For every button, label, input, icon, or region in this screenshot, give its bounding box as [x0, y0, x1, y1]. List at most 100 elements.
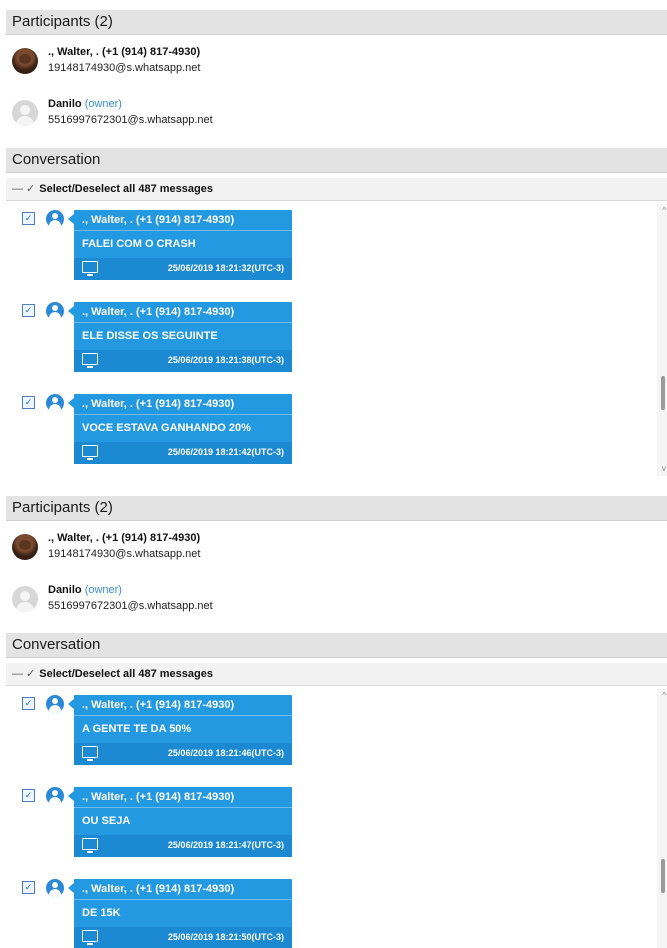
message-footer: 25/06/2019 18:21:47(UTC-3) [74, 835, 292, 857]
select-all-bar[interactable]: — ✓ Select/Deselect all 487 messages [6, 663, 667, 686]
message-checkbox[interactable]: ✓ [22, 697, 35, 710]
select-all-label: Select/Deselect all 487 messages [39, 668, 213, 680]
owner-role-label: (owner) [84, 98, 122, 110]
scroll-up-icon[interactable]: ^ [662, 206, 666, 216]
participant-name-text: Danilo [48, 98, 82, 110]
vertical-scrollbar[interactable]: ^ v [657, 204, 667, 476]
message-timestamp: 25/06/2019 18:21:47(UTC-3) [167, 840, 284, 850]
participant-danilo[interactable]: Danilo (owner) 5516997672301@s.whatsapp.… [12, 98, 667, 138]
message-bubble: ., Walter, . (+1 (914) 817-4930) VOCE ES… [68, 394, 292, 464]
message-item[interactable]: ✓ ., Walter, . (+1 (914) 817-4930) OU SE… [6, 787, 306, 859]
message-footer: 25/06/2019 18:21:50(UTC-3) [74, 927, 292, 948]
user-avatar-icon [46, 210, 64, 228]
message-bubble: ., Walter, . (+1 (914) 817-4930) DE 15K … [68, 879, 292, 948]
message-text: OU SEJA [82, 815, 131, 827]
select-all-bar[interactable]: — ✓ Select/Deselect all 487 messages [6, 178, 667, 201]
message-footer: 25/06/2019 18:21:46(UTC-3) [74, 743, 292, 765]
message-bubble: ., Walter, . (+1 (914) 817-4930) OU SEJA… [68, 787, 292, 857]
message-timestamp: 25/06/2019 18:21:38(UTC-3) [167, 355, 284, 365]
message-checkbox[interactable]: ✓ [22, 881, 35, 894]
vertical-scrollbar[interactable]: ^ [657, 689, 667, 948]
contact-photo-icon [12, 534, 38, 560]
message-timestamp: 25/06/2019 18:21:42(UTC-3) [167, 447, 284, 457]
message-checkbox[interactable]: ✓ [22, 304, 35, 317]
participants-header: Participants (2) [6, 496, 667, 521]
scroll-down-icon[interactable]: v [662, 464, 666, 474]
default-user-icon [12, 586, 38, 612]
desktop-icon [82, 445, 98, 460]
message-checkbox[interactable]: ✓ [22, 396, 35, 409]
participant-name: Danilo (owner) [48, 98, 122, 110]
conversation-list[interactable]: ✓ ., Walter, . (+1 (914) 817-4930) FALEI… [6, 204, 667, 476]
message-checkbox[interactable]: ✓ [22, 789, 35, 802]
default-user-icon [12, 100, 38, 126]
message-timestamp: 25/06/2019 18:21:46(UTC-3) [167, 748, 284, 758]
participant-walter[interactable]: ., Walter, . (+1 (914) 817-4930) 1914817… [12, 532, 667, 572]
desktop-icon [82, 261, 98, 276]
message-item[interactable]: ✓ ., Walter, . (+1 (914) 817-4930) A GEN… [6, 695, 306, 767]
contact-photo-icon [12, 48, 38, 74]
participant-name: ., Walter, . (+1 (914) 817-4930) [48, 46, 201, 58]
message-checkbox[interactable]: ✓ [22, 212, 35, 225]
bubble-divider [74, 322, 292, 323]
bubble-divider [74, 715, 292, 716]
bubble-divider [74, 807, 292, 808]
user-avatar-icon [46, 787, 64, 805]
message-bubble: ., Walter, . (+1 (914) 817-4930) A GENTE… [68, 695, 292, 765]
participant-jid: 5516997672301@s.whatsapp.net [48, 114, 213, 126]
participant-name: ., Walter, . (+1 (914) 817-4930) [48, 532, 201, 544]
message-timestamp: 25/06/2019 18:21:32(UTC-3) [167, 263, 284, 273]
scroll-up-icon[interactable]: ^ [662, 691, 666, 701]
user-avatar-icon [46, 695, 64, 713]
message-footer: 25/06/2019 18:21:38(UTC-3) [74, 350, 292, 372]
participant-name-text: Danilo [48, 584, 82, 596]
conversation-list[interactable]: ✓ ., Walter, . (+1 (914) 817-4930) A GEN… [6, 689, 667, 948]
desktop-icon [82, 838, 98, 853]
user-avatar-icon [46, 879, 64, 897]
participants-header: Participants (2) [6, 10, 667, 35]
owner-role-label: (owner) [84, 584, 122, 596]
scrollbar-thumb[interactable] [661, 376, 665, 410]
message-bubble: ., Walter, . (+1 (914) 817-4930) FALEI C… [68, 210, 292, 280]
message-footer: 25/06/2019 18:21:32(UTC-3) [74, 258, 292, 280]
participant-jid: 19148174930@s.whatsapp.net [48, 62, 201, 74]
message-sender: ., Walter, . (+1 (914) 817-4930) [82, 306, 235, 318]
chat-panel-2: Participants (2) ., Walter, . (+1 (914) … [0, 490, 667, 948]
participant-jid: 5516997672301@s.whatsapp.net [48, 600, 213, 612]
chat-panel-1: Participants (2) ., Walter, . (+1 (914) … [0, 0, 667, 482]
participant-danilo[interactable]: Danilo (owner) 5516997672301@s.whatsapp.… [12, 584, 667, 624]
message-text: A GENTE TE DA 50% [82, 723, 192, 735]
message-item[interactable]: ✓ ., Walter, . (+1 (914) 817-4930) FALEI… [6, 210, 306, 282]
conversation-header: Conversation [6, 148, 667, 173]
message-sender: ., Walter, . (+1 (914) 817-4930) [82, 398, 235, 410]
bubble-divider [74, 899, 292, 900]
desktop-icon [82, 353, 98, 368]
collapse-check-icon: — ✓ [12, 183, 36, 195]
message-bubble: ., Walter, . (+1 (914) 817-4930) ELE DIS… [68, 302, 292, 372]
message-text: FALEI COM O CRASH [82, 238, 196, 250]
participant-name: Danilo (owner) [48, 584, 122, 596]
user-avatar-icon [46, 394, 64, 412]
message-footer: 25/06/2019 18:21:42(UTC-3) [74, 442, 292, 464]
message-sender: ., Walter, . (+1 (914) 817-4930) [82, 791, 235, 803]
message-text: ELE DISSE OS SEGUINTE [82, 330, 218, 342]
message-sender: ., Walter, . (+1 (914) 817-4930) [82, 883, 235, 895]
message-item[interactable]: ✓ ., Walter, . (+1 (914) 817-4930) DE 15… [6, 879, 306, 948]
message-sender: ., Walter, . (+1 (914) 817-4930) [82, 214, 235, 226]
select-all-label: Select/Deselect all 487 messages [39, 183, 213, 195]
conversation-header: Conversation [6, 633, 667, 658]
bubble-divider [74, 414, 292, 415]
desktop-icon [82, 746, 98, 761]
user-avatar-icon [46, 302, 64, 320]
message-item[interactable]: ✓ ., Walter, . (+1 (914) 817-4930) VOCE … [6, 394, 306, 466]
participant-jid: 19148174930@s.whatsapp.net [48, 548, 201, 560]
bubble-divider [74, 230, 292, 231]
desktop-icon [82, 930, 98, 945]
message-sender: ., Walter, . (+1 (914) 817-4930) [82, 699, 235, 711]
collapse-check-icon: — ✓ [12, 668, 36, 680]
scrollbar-thumb[interactable] [661, 859, 665, 893]
participant-walter[interactable]: ., Walter, . (+1 (914) 817-4930) 1914817… [12, 46, 667, 86]
message-item[interactable]: ✓ ., Walter, . (+1 (914) 817-4930) ELE D… [6, 302, 306, 374]
message-text: VOCE ESTAVA GANHANDO 20% [82, 422, 251, 434]
message-timestamp: 25/06/2019 18:21:50(UTC-3) [167, 932, 284, 942]
